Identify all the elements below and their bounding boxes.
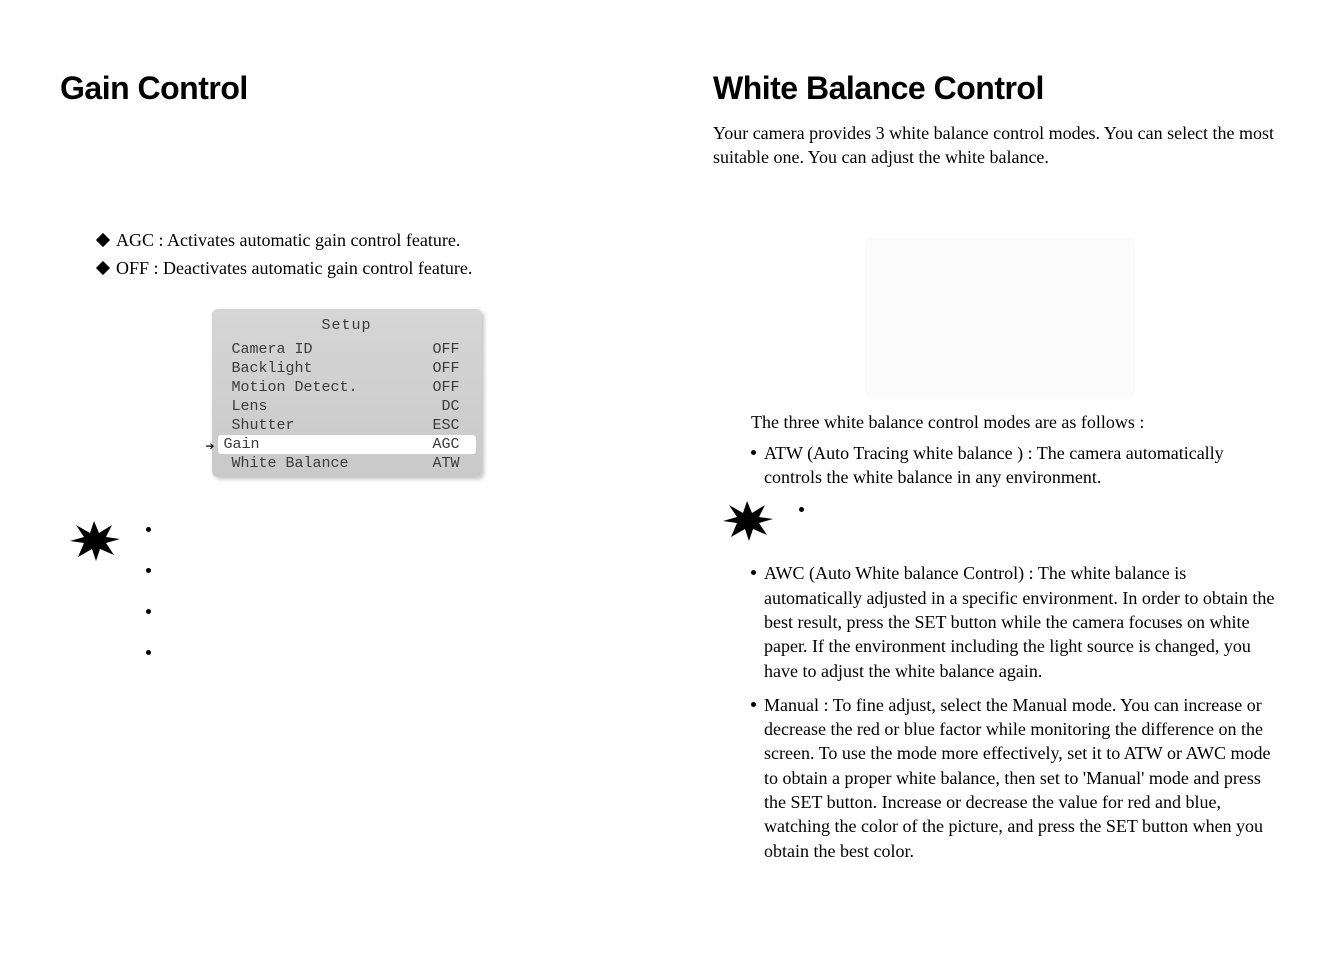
osd-row: BacklightOFF [212, 359, 482, 378]
bullet-dot-icon [751, 570, 756, 575]
starburst-icon [66, 519, 122, 563]
wb-mode-atw: ATW (Auto Tracing white balance ) : The … [764, 441, 1286, 490]
notice-block [719, 499, 1286, 543]
heading-gain-control: Gain Control [60, 70, 633, 107]
right-column: White Balance Control Your camera provid… [713, 70, 1286, 873]
bullet-dot-icon [751, 450, 756, 455]
starburst-icon [719, 499, 775, 543]
gain-bullets: AGC : Activates automatic gain control f… [98, 227, 633, 281]
osd-setup-menu: Setup Camera IDOFF BacklightOFF Motion D… [212, 309, 482, 477]
arrow-right-icon: ➔ [206, 437, 215, 456]
wb-modes-intro: The three white balance control modes ar… [751, 410, 1286, 435]
gain-bullet-agc: AGC : Activates automatic gain control f… [116, 227, 460, 253]
bullet-dot-icon [751, 702, 756, 707]
osd-placeholder [865, 238, 1135, 398]
osd-row-highlighted: ➔ GainAGC [218, 435, 476, 454]
bullet-dot-icon [146, 568, 151, 573]
bullet-dot-icon [799, 507, 804, 512]
osd-row: LensDC [212, 397, 482, 416]
gain-bullet-off: OFF : Deactivates automatic gain control… [116, 255, 472, 281]
bullet-dot-icon [146, 609, 151, 614]
wb-intro: Your camera provides 3 white balance con… [713, 121, 1286, 170]
osd-title: Setup [212, 313, 482, 340]
bullet-dot-icon [146, 527, 151, 532]
osd-row: ShutterESC [212, 416, 482, 435]
wb-mode-awc: AWC (Auto White balance Control) : The w… [764, 561, 1286, 682]
osd-row: Motion Detect.OFF [212, 378, 482, 397]
notice-hidden-list [146, 519, 633, 683]
wb-mode-atw-block: ATW (Auto Tracing white balance ) : The … [751, 441, 1286, 490]
diamond-bullet-icon [96, 233, 110, 247]
heading-white-balance: White Balance Control [713, 70, 1286, 107]
notice-block [66, 519, 633, 683]
osd-row: Camera IDOFF [212, 340, 482, 359]
osd-row: White BalanceATW [212, 454, 482, 473]
left-column: Gain Control AGC : Activates automatic g… [60, 70, 633, 873]
wb-mode-manual: Manual : To fine adjust, select the Manu… [764, 693, 1286, 863]
bullet-dot-icon [146, 650, 151, 655]
diamond-bullet-icon [96, 261, 110, 275]
wb-mode-remaining: AWC (Auto White balance Control) : The w… [751, 561, 1286, 863]
notice-hidden-list [799, 499, 1286, 512]
